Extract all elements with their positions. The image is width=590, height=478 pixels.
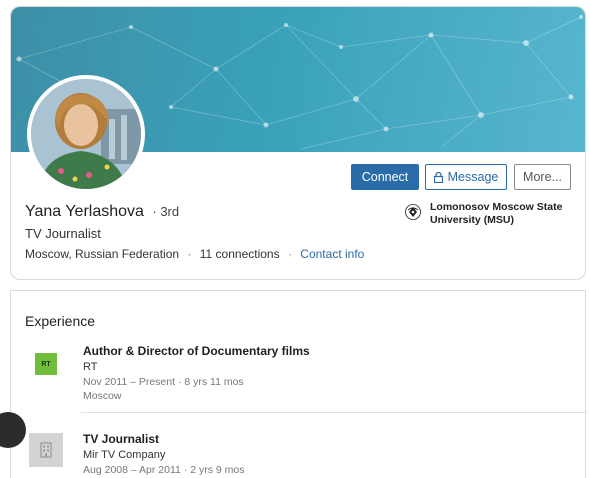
university-emblem-icon (405, 204, 421, 220)
job-location: Moscow (83, 390, 122, 402)
building-icon (40, 442, 52, 458)
profile-meta-line: Moscow, Russian Federation · 11 connecti… (25, 247, 365, 261)
profile-headline: TV Journalist (25, 226, 101, 241)
profile-page: Connect Message More... Yana Yerlashova … (0, 0, 590, 478)
job-dates: Nov 2011 – Present · 8 yrs 11 mos (83, 376, 244, 388)
job-company: RT (83, 361, 98, 373)
education-school[interactable]: Lomonosov Moscow State University (MSU) (430, 201, 575, 227)
experience-heading: Experience (25, 313, 96, 329)
message-button[interactable]: Message (425, 164, 507, 190)
contact-info-link[interactable]: Contact info (300, 247, 364, 261)
job-company: Mir TV Company (83, 449, 166, 461)
experience-card: Experience RT Author & Director of Docum… (10, 290, 587, 478)
profile-avatar[interactable] (27, 75, 145, 193)
connect-button[interactable]: Connect (351, 164, 419, 190)
rt-logo[interactable]: RT (35, 353, 57, 375)
profile-location: Moscow, Russian Federation (25, 247, 180, 261)
avatar-photo (31, 79, 141, 189)
job-title[interactable]: TV Journalist (83, 432, 159, 446)
lock-icon (433, 171, 443, 183)
profile-connections[interactable]: 11 connections (200, 247, 280, 261)
profile-name-row: Yana Yerlashova · 3rd (25, 203, 179, 221)
company-placeholder-logo[interactable] (29, 433, 63, 467)
connection-degree: · 3rd (152, 204, 180, 219)
experience-divider (81, 412, 587, 413)
profile-card: Connect Message More... Yana Yerlashova … (10, 6, 586, 280)
job-dates: Aug 2008 – Apr 2011 · 2 yrs 9 mos (83, 464, 245, 476)
more-button[interactable]: More... (514, 164, 571, 190)
message-label: Message (447, 170, 499, 184)
job-title[interactable]: Author & Director of Documentary films (83, 344, 310, 358)
profile-name: Yana Yerlashova (25, 203, 144, 220)
